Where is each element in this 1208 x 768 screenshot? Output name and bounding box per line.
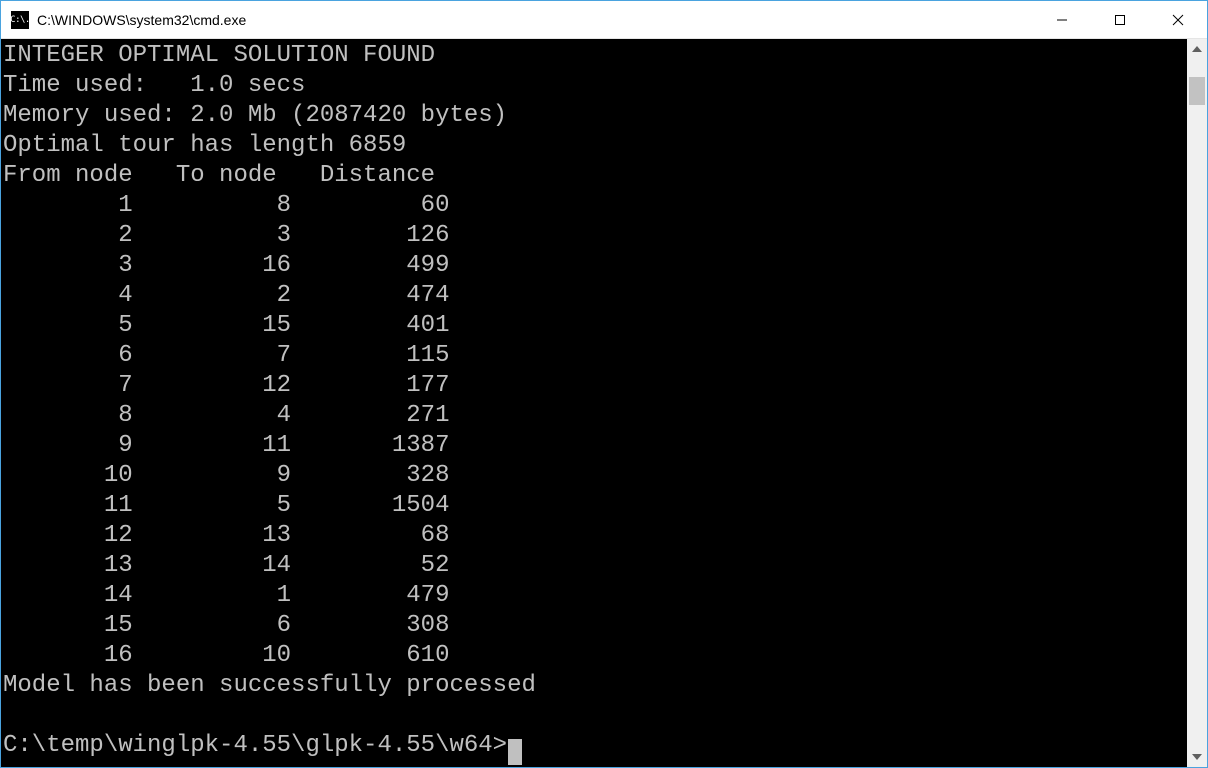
cursor: [508, 739, 522, 765]
scrollbar-track[interactable]: [1187, 59, 1207, 747]
console-output[interactable]: INTEGER OPTIMAL SOLUTION FOUND Time used…: [1, 39, 1187, 767]
scrollbar[interactable]: [1187, 39, 1207, 767]
console-area: INTEGER OPTIMAL SOLUTION FOUND Time used…: [1, 39, 1207, 767]
cmd-icon: C:\.: [11, 11, 29, 29]
scrollbar-thumb[interactable]: [1189, 77, 1205, 105]
window-controls: [1033, 1, 1207, 38]
cmd-window: C:\. C:\WINDOWS\system32\cmd.exe INTEGER…: [0, 0, 1208, 768]
titlebar[interactable]: C:\. C:\WINDOWS\system32\cmd.exe: [1, 1, 1207, 39]
close-button[interactable]: [1149, 1, 1207, 38]
minimize-button[interactable]: [1033, 1, 1091, 38]
window-title: C:\WINDOWS\system32\cmd.exe: [37, 12, 246, 28]
scroll-up-button[interactable]: [1187, 39, 1207, 59]
maximize-button[interactable]: [1091, 1, 1149, 38]
scroll-down-button[interactable]: [1187, 747, 1207, 767]
